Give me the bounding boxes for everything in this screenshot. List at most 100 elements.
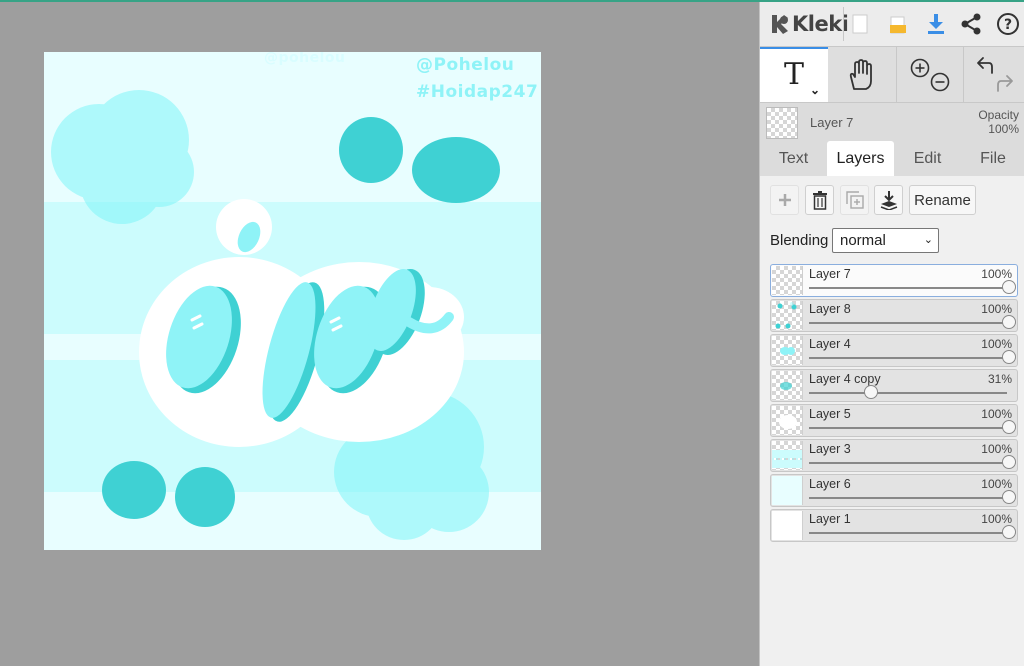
- watermark-faint: @pohelou: [264, 52, 346, 66]
- layer-thumbnail: [772, 371, 803, 400]
- chevron-down-icon[interactable]: ⌄: [810, 83, 820, 97]
- layer-opacity-slider[interactable]: [809, 392, 1007, 394]
- layer-name: Layer 3: [809, 442, 851, 456]
- zoom-out-icon[interactable]: [930, 72, 950, 91]
- tool-bar: T ⌄: [760, 47, 1024, 103]
- tab-file[interactable]: File: [961, 141, 1024, 176]
- layer-name: Layer 4: [809, 337, 851, 351]
- layer-opacity-handle[interactable]: [1002, 490, 1016, 504]
- app-topbar: Kleki ?: [760, 2, 1024, 47]
- kleki-logo-icon: [772, 15, 788, 34]
- duplicate-layer-icon: [845, 191, 864, 209]
- text-tool-button[interactable]: T ⌄: [760, 47, 828, 102]
- watermark-tag: #Hoidap247: [416, 82, 539, 102]
- layer-opacity-handle[interactable]: [1002, 280, 1016, 294]
- layer-opacity-slider[interactable]: [809, 287, 1007, 289]
- layer-opacity: 100%: [981, 442, 1012, 456]
- blending-mode-value: normal: [840, 232, 886, 249]
- share-icon: [961, 13, 981, 35]
- current-layer-opacity: Opacity 100%: [978, 108, 1019, 136]
- panel-tabs: Text Layers Edit File: [760, 141, 1024, 176]
- delete-layer-icon: [812, 191, 827, 210]
- layer-opacity-handle[interactable]: [1002, 420, 1016, 434]
- download-icon: [928, 14, 944, 34]
- layer-opacity-slider[interactable]: [809, 462, 1007, 464]
- add-layer-button[interactable]: [770, 185, 799, 215]
- layer-row-4[interactable]: Layer 4 100%: [770, 334, 1018, 367]
- opacity-label: Opacity: [978, 108, 1019, 122]
- svg-text:?: ?: [1004, 17, 1012, 33]
- blending-label: Blending: [770, 232, 829, 249]
- zoom-icons: [910, 58, 950, 91]
- layer-thumbnail: [772, 336, 803, 365]
- blending-mode-select[interactable]: normal ⌄: [832, 228, 939, 253]
- delete-layer-button[interactable]: [805, 185, 834, 215]
- layer-row-3[interactable]: Layer 3 100%: [770, 439, 1018, 472]
- layer-opacity: 31%: [987, 372, 1012, 386]
- tab-text[interactable]: Text: [760, 141, 827, 176]
- current-layer-name: Layer 7: [810, 115, 854, 130]
- zoom-controls: [896, 47, 963, 102]
- kleki-logo[interactable]: Kleki: [768, 10, 849, 38]
- watermark-handle: @Pohelou: [416, 55, 515, 75]
- open-folder-icon: [890, 16, 906, 34]
- layer-opacity-slider[interactable]: [809, 532, 1007, 534]
- redo-icon[interactable]: [997, 74, 1013, 92]
- layer-opacity-slider[interactable]: [809, 322, 1007, 324]
- merge-down-button[interactable]: [874, 185, 903, 215]
- artwork-canvas[interactable]: @pohelou @Pohelou #Hoidap247: [44, 52, 541, 550]
- layer-name: Layer 5: [809, 407, 851, 421]
- layer-name: Layer 7: [809, 267, 851, 281]
- layer-opacity-handle[interactable]: [864, 385, 878, 399]
- artwork-drawing: [44, 90, 541, 540]
- layers-panel: Rename Blending normal ⌄ Layer 7 100% @ …: [760, 176, 1024, 666]
- topbar-divider: [843, 7, 844, 41]
- layer-row-7[interactable]: Layer 7 100%: [770, 264, 1018, 297]
- current-layer-thumbnail: [766, 107, 798, 139]
- undo-redo-controls: [963, 47, 1024, 102]
- open-file-button[interactable]: [884, 8, 912, 40]
- layer-thumbnail: @: [772, 301, 803, 330]
- download-button[interactable]: [922, 8, 950, 40]
- layer-opacity-handle[interactable]: [1002, 455, 1016, 469]
- help-icon: ?: [997, 13, 1019, 35]
- layer-opacity-slider[interactable]: [809, 427, 1007, 429]
- layer-row-5[interactable]: Layer 5 100%: [770, 404, 1018, 437]
- hand-icon: [849, 58, 872, 90]
- layer-opacity: 100%: [981, 477, 1012, 491]
- layer-name: Layer 6: [809, 477, 851, 491]
- layer-opacity-handle[interactable]: [1002, 350, 1016, 364]
- undo-redo-icons: [977, 56, 1013, 92]
- side-panel: Kleki ? T ⌄ Layer 7 Opacity 100% Text La…: [759, 2, 1024, 666]
- rename-layer-button[interactable]: Rename: [909, 185, 976, 215]
- canvas-area[interactable]: @pohelou @Pohelou #Hoidap247: [0, 2, 759, 666]
- tab-edit[interactable]: Edit: [894, 141, 961, 176]
- layer-name: Layer 4 copy: [809, 372, 881, 386]
- layer-opacity-slider[interactable]: [809, 497, 1007, 499]
- hand-tool-button[interactable]: [828, 47, 894, 102]
- new-file-button[interactable]: [846, 8, 874, 40]
- layer-opacity-slider[interactable]: [809, 357, 1007, 359]
- layer-opacity: 100%: [981, 407, 1012, 421]
- layer-row-4-copy[interactable]: Layer 4 copy 31%: [770, 369, 1018, 402]
- zoom-in-icon[interactable]: [910, 58, 930, 77]
- layer-opacity: 100%: [981, 337, 1012, 351]
- layer-opacity: 100%: [981, 302, 1012, 316]
- layer-thumbnail: [772, 406, 803, 435]
- layer-row-8[interactable]: @ Layer 8 100%: [770, 299, 1018, 332]
- layer-thumbnail: [772, 441, 803, 470]
- text-tool-icon: T: [783, 57, 804, 92]
- layer-opacity-handle[interactable]: [1002, 315, 1016, 329]
- layer-opacity: 100%: [981, 512, 1012, 526]
- layer-row-1[interactable]: Layer 1 100%: [770, 509, 1018, 542]
- layer-opacity-handle[interactable]: [1002, 525, 1016, 539]
- tab-layers[interactable]: Layers: [827, 141, 894, 176]
- share-button[interactable]: [957, 8, 985, 40]
- layer-name: Layer 1: [809, 512, 851, 526]
- undo-icon[interactable]: [977, 56, 993, 74]
- duplicate-layer-button[interactable]: [840, 185, 869, 215]
- layer-thumbnail: [772, 476, 803, 505]
- help-button[interactable]: ?: [994, 8, 1022, 40]
- layer-row-6[interactable]: Layer 6 100%: [770, 474, 1018, 507]
- opacity-value: 100%: [988, 122, 1019, 136]
